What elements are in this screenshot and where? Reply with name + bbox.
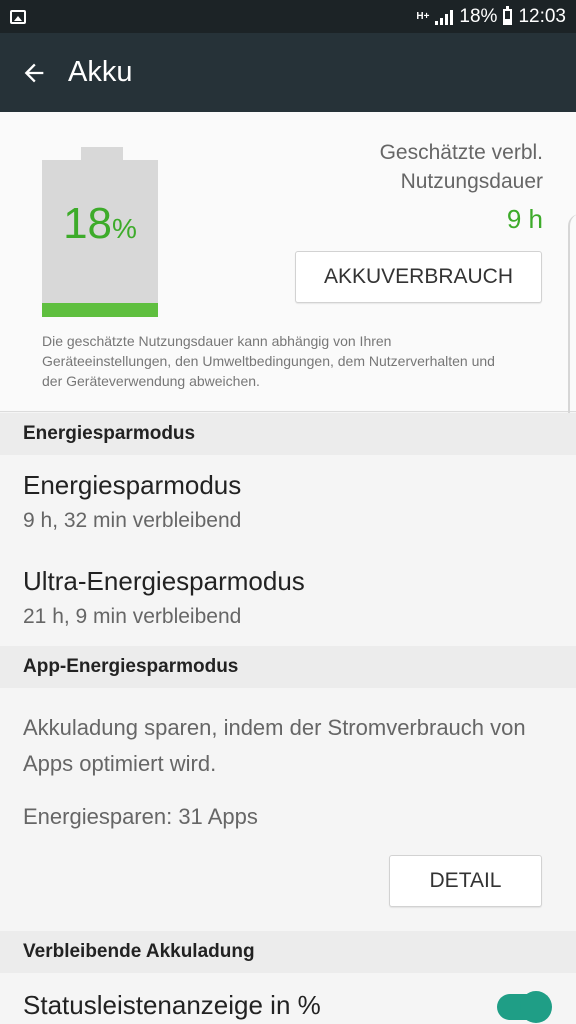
estimate-value: 9 h: [506, 204, 543, 234]
estimate-disclaimer: Die geschätzte Nutzungsdauer kann abhäng…: [42, 333, 495, 389]
section-header-remaining: Verbleibende Akkuladung: [0, 931, 576, 973]
detail-button[interactable]: DETAIL: [389, 855, 542, 907]
battery-level-icon: 18%: [42, 147, 158, 317]
section-header-power-saving: Energiesparmodus: [0, 413, 576, 455]
status-bar: H+ 18% 12:03: [0, 0, 576, 33]
page-title: Akku: [68, 56, 133, 88]
section-header-app-power-saving: App-Energiesparmodus: [0, 646, 576, 688]
list-item-ultra-power-saving[interactable]: Ultra-Energiesparmodus 21 h, 9 min verbl…: [23, 566, 553, 629]
clock: 12:03: [518, 5, 566, 27]
battery-percent-symbol: %: [112, 213, 137, 244]
list-item-power-saving[interactable]: Energiesparmodus 9 h, 32 min verbleibend: [23, 470, 553, 533]
battery-card: 18% Geschätzte verbl. Nutzungsdauer 9 h …: [0, 112, 576, 412]
app-power-saving-description: Akkuladung sparen, indem der Stromverbra…: [23, 715, 526, 776]
battery-percent: 18%: [42, 199, 158, 249]
app-power-saving-count: Energiesparen: 31 Apps: [23, 804, 258, 829]
list-item-title: Energiesparmodus: [23, 470, 242, 500]
battery-usage-button[interactable]: AKKUVERBRAUCH: [295, 251, 542, 303]
gallery-icon: [10, 9, 26, 24]
battery-fill: [42, 303, 158, 317]
percent-in-status-bar-toggle[interactable]: [497, 991, 552, 1023]
battery-percent-number: 18: [63, 199, 113, 248]
battery-percent-text: 18%: [459, 5, 498, 27]
estimate-label: Geschätzte verbl. Nutzungsdauer: [379, 141, 543, 193]
list-item-subtitle: 9 h, 32 min verbleibend: [23, 509, 242, 532]
battery-icon: [503, 5, 513, 25]
arrow-left-icon[interactable]: [20, 59, 48, 87]
toggle-knob: [520, 991, 552, 1023]
signal-icon: [435, 9, 454, 25]
network-type-icon: H+: [416, 10, 430, 22]
app-bar: Akku: [0, 33, 576, 112]
list-item-title: Ultra-Energiesparmodus: [23, 566, 305, 596]
list-item-subtitle: 21 h, 9 min verbleibend: [23, 605, 242, 628]
percent-in-status-bar-label: Statusleistenanzeige in %: [23, 990, 321, 1020]
